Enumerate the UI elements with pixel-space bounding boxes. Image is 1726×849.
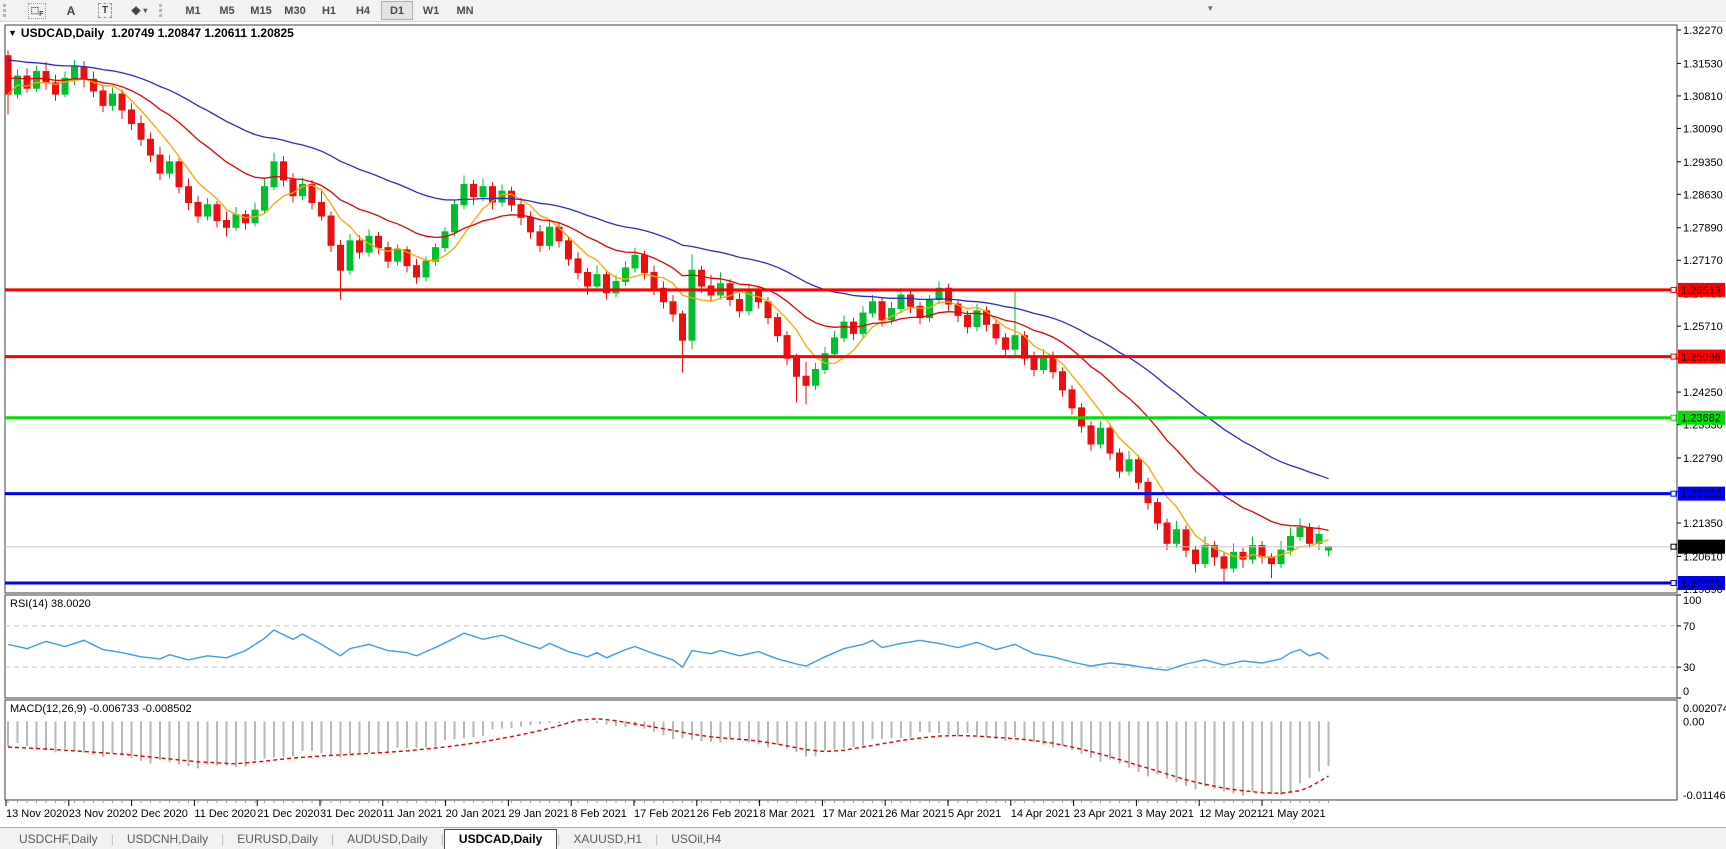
rsi-pane[interactable] bbox=[4, 594, 1678, 699]
svg-text:1.29350: 1.29350 bbox=[1683, 157, 1723, 169]
svg-text:1.22000: 1.22000 bbox=[1681, 489, 1721, 501]
svg-text:-0.011462: -0.011462 bbox=[1683, 790, 1726, 802]
svg-text:70: 70 bbox=[1683, 621, 1695, 633]
svg-text:13 Nov 2020: 13 Nov 2020 bbox=[6, 808, 68, 820]
timeframe-button-mn[interactable]: MN bbox=[449, 1, 481, 20]
svg-text:1.27170: 1.27170 bbox=[1683, 255, 1723, 267]
svg-text:0.00: 0.00 bbox=[1683, 716, 1704, 728]
timeframe-button-w1[interactable]: W1 bbox=[415, 1, 447, 20]
timeframe-button-h1[interactable]: H1 bbox=[313, 1, 345, 20]
svg-text:30: 30 bbox=[1683, 662, 1695, 674]
svg-text:1.21350: 1.21350 bbox=[1683, 518, 1723, 530]
svg-text:29 Jan 2021: 29 Jan 2021 bbox=[508, 808, 569, 820]
svg-text:23 Apr 2021: 23 Apr 2021 bbox=[1074, 808, 1133, 820]
chart-tab-usdchf[interactable]: USDCHF,Daily bbox=[6, 830, 111, 849]
svg-text:1.24250: 1.24250 bbox=[1683, 387, 1723, 399]
toolbar-grip-icon[interactable] bbox=[3, 4, 16, 17]
symbol-title: USDCAD,Daily bbox=[20, 26, 105, 40]
chevron-down-icon: ▾ bbox=[143, 6, 148, 15]
ohlc-values: 1.20749 1.20847 1.20611 1.20825 bbox=[110, 26, 294, 40]
timeframe-button-d1[interactable]: D1 bbox=[381, 1, 413, 20]
svg-text:1.31530: 1.31530 bbox=[1683, 58, 1723, 70]
svg-text:20 Jan 2021: 20 Jan 2021 bbox=[446, 808, 507, 820]
svg-text:8 Feb 2021: 8 Feb 2021 bbox=[571, 808, 627, 820]
svg-text:21 Dec 2020: 21 Dec 2020 bbox=[257, 808, 319, 820]
symbol-tabbar: USDCHF,Daily | USDCNH,Daily | EURUSD,Daily | A… bbox=[0, 827, 1726, 849]
timeframe-button-m30[interactable]: M30 bbox=[279, 1, 311, 20]
timeframe-button-m5[interactable]: M5 bbox=[211, 1, 243, 20]
arrange-windows-button[interactable]: ❖ ▾ bbox=[123, 1, 155, 20]
grid-settings-icon: ⬚F bbox=[27, 2, 47, 19]
font-tool-icon: A bbox=[66, 3, 76, 18]
svg-text:14 Apr 2021: 14 Apr 2021 bbox=[1011, 808, 1070, 820]
svg-text:1.20021: 1.20021 bbox=[1681, 578, 1721, 590]
svg-text:11 Jan 2021: 11 Jan 2021 bbox=[383, 808, 443, 820]
svg-text:1.25036: 1.25036 bbox=[1681, 352, 1721, 364]
svg-text:1.23682: 1.23682 bbox=[1681, 413, 1721, 425]
toolbar: ⬚F A T ❖ ▾ M1 M5 M15 M30 H1 H4 D1 W1 MN ▾ bbox=[0, 0, 1726, 22]
font-tool-button[interactable]: A bbox=[55, 1, 87, 20]
chart-tab-usdcad[interactable]: USDCAD,Daily bbox=[443, 829, 558, 849]
price-level-badge: 1.20021 bbox=[1670, 576, 1725, 590]
text-label-icon: T bbox=[97, 3, 113, 18]
svg-text:2 Dec 2020: 2 Dec 2020 bbox=[132, 808, 188, 820]
main-pane[interactable] bbox=[4, 24, 1678, 594]
svg-text:1.20825: 1.20825 bbox=[1681, 542, 1721, 554]
toolbar-overflow-chevron-icon[interactable]: ▾ bbox=[1208, 3, 1213, 14]
svg-text:31 Dec 2020: 31 Dec 2020 bbox=[320, 808, 382, 820]
svg-text:5 Apr 2021: 5 Apr 2021 bbox=[948, 808, 1001, 820]
timeframe-button-h4[interactable]: H4 bbox=[347, 1, 379, 20]
chart-tab-audusd[interactable]: AUDUSD,Daily bbox=[334, 830, 441, 849]
price-level-badge: 1.23682 bbox=[1670, 410, 1725, 425]
mt4-window: { "toolbar": { "icon_buttons": [ {"id": … bbox=[0, 0, 1726, 849]
chart-tab-usoil[interactable]: USOil,H4 bbox=[658, 830, 734, 849]
collapse-triangle-icon[interactable]: ▼ bbox=[8, 28, 17, 38]
svg-text:3 May 2021: 3 May 2021 bbox=[1136, 808, 1193, 820]
chart-canvas[interactable]: 1.32270 1.31530 1.30810 1.30090 1.29350 1.286… bbox=[0, 0, 1726, 849]
chart-tab-usdcnh[interactable]: USDCNH,Daily bbox=[114, 830, 221, 849]
svg-text:0.002074: 0.002074 bbox=[1683, 703, 1726, 715]
svg-text:1.30090: 1.30090 bbox=[1683, 123, 1723, 135]
svg-text:17 Feb 2021: 17 Feb 2021 bbox=[634, 808, 696, 820]
svg-text:1.30810: 1.30810 bbox=[1683, 91, 1723, 103]
svg-text:11 Dec 2020: 11 Dec 2020 bbox=[194, 808, 256, 820]
grid-settings-button[interactable]: ⬚F bbox=[21, 1, 53, 20]
svg-text:1.32270: 1.32270 bbox=[1683, 25, 1723, 37]
svg-text:17 Mar 2021: 17 Mar 2021 bbox=[822, 808, 884, 820]
svg-text:0: 0 bbox=[1683, 686, 1689, 698]
svg-text:26 Mar 2021: 26 Mar 2021 bbox=[885, 808, 947, 820]
svg-text:1.25710: 1.25710 bbox=[1683, 321, 1723, 333]
macd-indicator-label: MACD(12,26,9) -0.006733 -0.008502 bbox=[10, 703, 192, 715]
svg-text:1.27890: 1.27890 bbox=[1683, 223, 1723, 235]
svg-text:21 May 2021: 21 May 2021 bbox=[1262, 808, 1326, 820]
timeframe-button-m15[interactable]: M15 bbox=[245, 1, 277, 20]
price-level-badge: 1.20825 bbox=[1670, 539, 1725, 554]
timeframe-button-m1[interactable]: M1 bbox=[177, 1, 209, 20]
price-level-badge: 1.25036 bbox=[1670, 349, 1725, 364]
svg-text:12 May 2021: 12 May 2021 bbox=[1199, 808, 1263, 820]
chart-tab-eurusd[interactable]: EURUSD,Daily bbox=[224, 830, 331, 849]
rsi-indicator-label: RSI(14) 38.0020 bbox=[10, 598, 91, 610]
text-label-button[interactable]: T bbox=[89, 1, 121, 20]
chart-title: ▼ USDCAD,Daily 1.20749 1.20847 1.20611 1.… bbox=[8, 26, 294, 40]
svg-text:1.26513: 1.26513 bbox=[1681, 285, 1721, 297]
toolbar-grip-icon[interactable] bbox=[159, 4, 172, 17]
svg-text:1.28630: 1.28630 bbox=[1683, 189, 1723, 201]
svg-text:26 Feb 2021: 26 Feb 2021 bbox=[697, 808, 759, 820]
price-level-badge: 1.26513 bbox=[1670, 282, 1725, 297]
svg-text:8 Mar 2021: 8 Mar 2021 bbox=[760, 808, 816, 820]
time-axis[interactable]: 13 Nov 2020 23 Nov 2020 2 Dec 2020 11 Dec 2… bbox=[5, 800, 1329, 820]
price-level-badge: 1.22000 bbox=[1670, 486, 1725, 501]
arrange-windows-icon: ❖ bbox=[130, 3, 142, 18]
svg-text:100: 100 bbox=[1683, 595, 1701, 607]
chart-tab-xauusd[interactable]: XAUUSD,H1 bbox=[560, 830, 655, 849]
svg-text:1.22790: 1.22790 bbox=[1683, 453, 1723, 465]
svg-text:23 Nov 2020: 23 Nov 2020 bbox=[69, 808, 131, 820]
